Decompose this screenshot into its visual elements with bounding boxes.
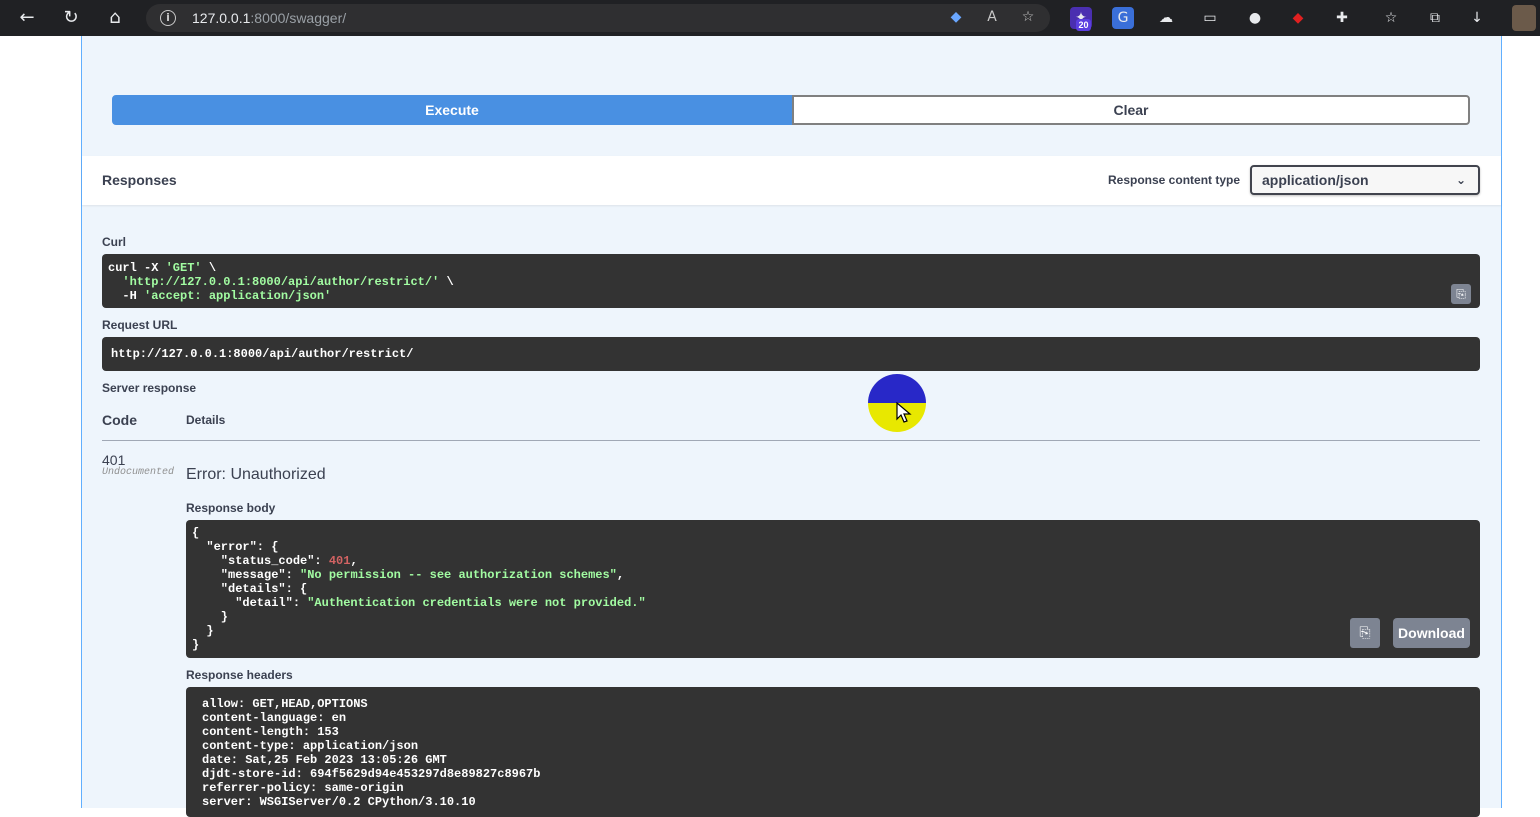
favorites-icon[interactable]: ☆ [1380,7,1402,29]
screen-extension-icon[interactable]: ▭ [1199,7,1221,29]
downloads-icon[interactable]: ↓ [1466,7,1488,29]
header-line: content-type: application/json [202,739,419,753]
response-headers-label: Response headers [186,668,293,682]
table-divider [102,440,1480,441]
curl-code-block: curl -X 'GET' \ 'http://127.0.0.1:8000/a… [102,254,1480,308]
responses-header: Responses Response content type applicat… [82,156,1501,205]
header-line: date: Sat,25 Feb 2023 13:05:26 GMT [202,753,447,767]
response-body-label: Response body [186,501,276,515]
browser-toolbar: ← ↻ ⌂ i 127.0.0.1:8000/swagger/ ◆ A ☆ ✦ … [0,0,1540,36]
curl-label: Curl [102,235,126,249]
translate-icon[interactable]: G [1112,7,1134,29]
curl-line-2: 'http://127.0.0.1:8000/api/author/restri… [122,275,454,289]
response-headers-block: allow: GET,HEAD,OPTIONS content-language:… [186,687,1480,817]
swagger-page: Execute Clear Responses Response content… [0,36,1540,817]
header-line: server: WSGIServer/0.2 CPython/3.10.10 [202,795,476,809]
content-type-label: Response content type [1108,173,1241,187]
favorite-add-icon[interactable]: ☆ [1018,9,1038,27]
operation-block: Execute Clear Responses Response content… [81,36,1502,817]
body-line: { [192,526,200,540]
chevron-down-icon: ⌄ [1455,173,1466,187]
server-response-label: Server response [102,381,197,395]
collections-icon[interactable]: ⧉ [1424,7,1446,29]
cloud-extension-icon[interactable]: ☁ [1155,7,1177,29]
execute-button[interactable]: Execute [112,95,792,125]
extension-badge: 20 [1076,19,1091,31]
back-icon[interactable]: ← [14,5,40,31]
body-line: "error": { [192,540,279,554]
body-line: } [192,638,200,652]
body-line: "detail": "Authentication credentials we… [192,596,646,610]
content-type-select[interactable]: application/json ⌄ [1250,165,1480,195]
body-line: "message": "No permission -- see authori… [192,568,625,582]
address-bar[interactable]: i 127.0.0.1:8000/swagger/ ◆ A ☆ [146,4,1050,32]
undocumented-label: Undocumented [102,467,175,478]
header-line: content-language: en [202,711,347,725]
home-icon[interactable]: ⌂ [102,5,128,31]
response-code: 401 [102,452,126,468]
request-url-label: Request URL [102,318,178,332]
header-line: allow: GET,HEAD,OPTIONS [202,697,368,711]
curl-line-1: curl -X 'GET' \ [108,261,217,275]
error-title: Error: Unauthorized [186,466,326,483]
response-body-block: { "error": { "status_code": 401, "messag… [186,520,1480,658]
copy-body-icon[interactable]: ⎘ [1350,618,1380,648]
header-line: content-length: 153 [202,725,339,739]
price-tag-icon[interactable]: ◆ [946,9,966,27]
reload-icon[interactable]: ↻ [58,5,84,31]
pause-extension-icon[interactable]: ● [1244,7,1266,29]
content-type-value: application/json [1262,172,1369,188]
read-aloud-icon[interactable]: A [982,9,1002,27]
body-line: } [192,624,214,638]
mouse-pointer-icon [896,402,912,423]
extensions-puzzle-icon[interactable]: ✚ [1331,7,1353,29]
body-line: } [192,610,229,624]
copy-curl-icon[interactable]: ⎘ [1451,284,1471,304]
header-line: djdt-store-id: 694f5629d94e453297d8e8982… [202,767,541,781]
profile-avatar[interactable] [1512,5,1536,31]
download-button[interactable]: Download [1393,618,1470,648]
clear-button[interactable]: Clear [792,95,1470,125]
header-line: referrer-policy: same-origin [202,781,404,795]
request-url-value: http://127.0.0.1:8000/api/author/restric… [111,347,414,361]
curl-line-3: -H 'accept: application/json' [108,289,332,303]
body-line: "status_code": 401, [192,554,358,568]
details-column-header: Details [186,413,226,427]
request-url-box: http://127.0.0.1:8000/api/author/restric… [102,337,1480,371]
code-column-header: Code [102,412,137,428]
site-info-icon[interactable]: i [160,10,176,26]
address-url[interactable]: 127.0.0.1:8000/swagger/ [192,10,346,26]
execute-wrapper: Execute Clear [112,95,1470,125]
body-line: "details": { [192,582,308,596]
bookmark-extension-icon[interactable]: ◆ [1287,7,1309,29]
responses-title: Responses [102,172,177,188]
